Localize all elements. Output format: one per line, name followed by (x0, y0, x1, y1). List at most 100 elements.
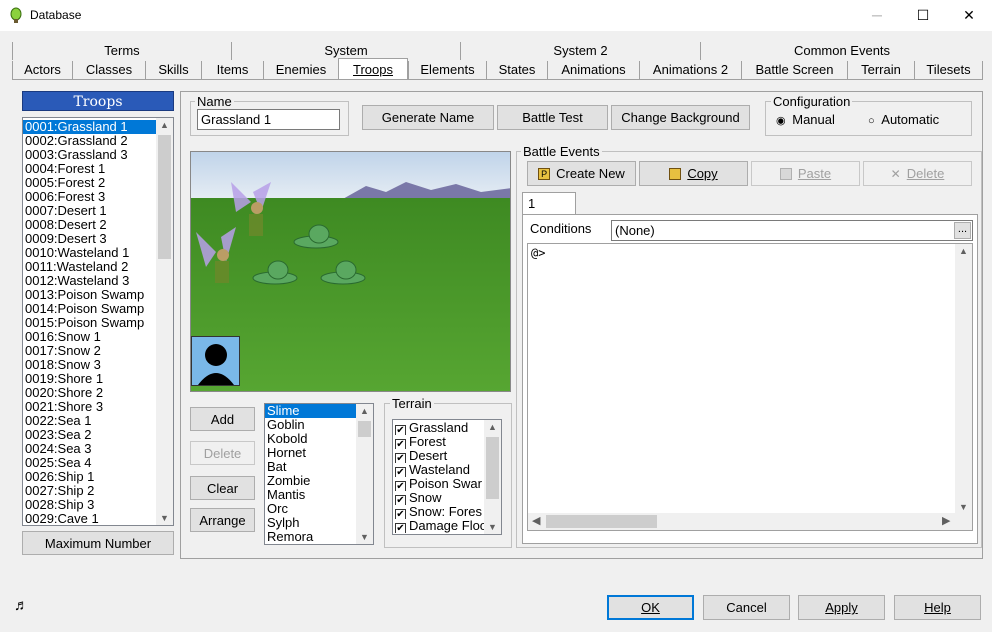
tab-troops[interactable]: Troops (338, 58, 408, 79)
command-vscroll[interactable]: ▲ ▼ (955, 244, 972, 514)
troop-list-item[interactable]: 0010:Wasteland 1 (23, 246, 157, 260)
scroll-down-icon[interactable]: ▼ (356, 532, 373, 542)
scroll-down-icon[interactable]: ▼ (484, 522, 501, 532)
scroll-down-icon[interactable]: ▼ (955, 502, 972, 512)
checkbox-checked-icon[interactable]: ✔ (395, 453, 406, 463)
troop-list-item[interactable]: 0006:Forest 3 (23, 190, 157, 204)
checkbox-checked-icon[interactable]: ✔ (395, 425, 406, 435)
enemy-list-item[interactable]: Slime (265, 404, 357, 418)
tab-classes[interactable]: Classes (72, 61, 145, 79)
event-page-tab-1[interactable]: 1 (522, 192, 576, 215)
scroll-thumb[interactable] (358, 421, 371, 437)
terrain-list[interactable]: ✔ Grassland ✔ Forest ✔ Desert ✔ Wasteland ✔ Poiso… (392, 419, 502, 535)
paste-button[interactable]: Paste (751, 161, 860, 186)
terrain-checkbox-item[interactable]: ✔ Snow (393, 491, 485, 505)
tab-tilesets[interactable]: Tilesets (914, 61, 983, 79)
maximize-button[interactable]: ☐ (900, 0, 946, 31)
checkbox-checked-icon[interactable]: ✔ (395, 495, 406, 505)
troop-list-item[interactable]: 0025:Sea 4 (23, 456, 157, 470)
troop-list-item[interactable]: 0009:Desert 3 (23, 232, 157, 246)
enemy-list-item[interactable]: Kobold (265, 432, 357, 446)
scroll-left-icon[interactable]: ◀ (532, 514, 540, 527)
troop-list-item[interactable]: 0023:Sea 2 (23, 428, 157, 442)
ok-button[interactable]: OK (607, 595, 694, 620)
clear-button[interactable]: Clear (190, 476, 255, 500)
scroll-right-icon[interactable]: ▶ (942, 514, 950, 527)
arrange-button[interactable]: Arrange (190, 508, 255, 532)
minimize-button[interactable]: ─ (854, 0, 900, 31)
scroll-up-icon[interactable]: ▲ (156, 120, 173, 130)
hscroll-thumb[interactable] (546, 515, 657, 528)
terrain-checkbox-item[interactable]: ✔ Poison Swar (393, 477, 485, 491)
manual-radio[interactable]: ◉ Manual (776, 112, 835, 127)
troop-list-item[interactable]: 0029:Cave 1 (23, 512, 157, 525)
troop-list-item[interactable]: 0028:Ship 3 (23, 498, 157, 512)
change-background-button[interactable]: Change Background (611, 105, 750, 130)
troop-list-item[interactable]: 0020:Shore 2 (23, 386, 157, 400)
tab-items[interactable]: Items (201, 61, 263, 79)
scroll-up-icon[interactable]: ▲ (356, 406, 373, 416)
troop-list-item[interactable]: 0026:Ship 1 (23, 470, 157, 484)
event-command-list[interactable]: @> ▲ ▼ ◀ ▶ (527, 243, 973, 531)
scroll-thumb[interactable] (158, 135, 171, 259)
help-button[interactable]: Help (894, 595, 981, 620)
terrain-checkbox-item[interactable]: ✔ Damage Floo (393, 519, 485, 533)
enemy-list-item[interactable]: Goblin (265, 418, 357, 432)
tab-system-2[interactable]: System 2 (460, 42, 700, 60)
troop-list-item[interactable]: 0021:Shore 3 (23, 400, 157, 414)
troop-list-item[interactable]: 0012:Wasteland 3 (23, 274, 157, 288)
maximum-number-button[interactable]: Maximum Number (22, 531, 174, 555)
tab-animations[interactable]: Animations (547, 61, 639, 79)
troop-list-item[interactable]: 0011:Wasteland 2 (23, 260, 157, 274)
tab-states[interactable]: States (486, 61, 547, 79)
battle-test-button[interactable]: Battle Test (497, 105, 608, 130)
automatic-radio[interactable]: ○ Automatic (868, 112, 939, 127)
scroll-up-icon[interactable]: ▲ (955, 246, 972, 256)
conditions-field[interactable]: (None) ... (611, 220, 973, 241)
troop-list-item[interactable]: 0017:Snow 2 (23, 344, 157, 358)
terrain-checkbox-item[interactable]: ✔ Desert (393, 449, 485, 463)
tab-enemies[interactable]: Enemies (263, 61, 338, 79)
enemy-list-item[interactable]: Mantis (265, 488, 357, 502)
tab-terms[interactable]: Terms (12, 42, 231, 60)
troop-list-item[interactable]: 0014:Poison Swamp (23, 302, 157, 316)
enemy-list-item[interactable]: Bat (265, 460, 357, 474)
checkbox-checked-icon[interactable]: ✔ (395, 439, 406, 449)
tab-skills[interactable]: Skills (145, 61, 201, 79)
apply-button[interactable]: Apply (798, 595, 885, 620)
music-note-icon[interactable]: ♬ (14, 597, 29, 614)
troop-list-item[interactable]: 0003:Grassland 3 (23, 148, 157, 162)
troop-list-item[interactable]: 0004:Forest 1 (23, 162, 157, 176)
troop-list-item[interactable]: 0022:Sea 1 (23, 414, 157, 428)
troops-list[interactable]: 0001:Grassland 1 0002:Grassland 2 0003:Gra… (22, 117, 174, 526)
cancel-button[interactable]: Cancel (703, 595, 790, 620)
terrain-scrollbar[interactable]: ▲ ▼ (484, 420, 501, 534)
create-new-button[interactable]: P Create New (527, 161, 636, 186)
enemy-list-scrollbar[interactable]: ▲ ▼ (356, 404, 373, 544)
command-hscroll[interactable]: ◀ ▶ (528, 513, 972, 530)
battle-preview[interactable] (190, 151, 511, 392)
troop-list-item[interactable]: 0008:Desert 2 (23, 218, 157, 232)
enemy-list-item[interactable]: Remora (265, 530, 357, 544)
troop-list-item[interactable]: 0019:Shore 1 (23, 372, 157, 386)
troop-list-item[interactable]: 0005:Forest 2 (23, 176, 157, 190)
enemy-list-item[interactable]: Hornet (265, 446, 357, 460)
copy-button[interactable]: Copy (639, 161, 748, 186)
checkbox-checked-icon[interactable]: ✔ (395, 509, 406, 519)
troop-list-item[interactable]: 0013:Poison Swamp (23, 288, 157, 302)
tab-actors[interactable]: Actors (12, 61, 72, 79)
terrain-checkbox-item[interactable]: ✔ Grassland (393, 421, 485, 435)
close-button[interactable]: ✕ (946, 0, 992, 31)
terrain-checkbox-item[interactable]: ✔ Wasteland (393, 463, 485, 477)
troop-list-item[interactable]: 0018:Snow 3 (23, 358, 157, 372)
troop-list-item[interactable]: 0027:Ship 2 (23, 484, 157, 498)
tab-terrain[interactable]: Terrain (847, 61, 914, 79)
tab-common-events[interactable]: Common Events (700, 42, 983, 60)
add-button[interactable]: Add (190, 407, 255, 431)
troop-list-item[interactable]: 0007:Desert 1 (23, 204, 157, 218)
troop-list-item[interactable]: 0002:Grassland 2 (23, 134, 157, 148)
troop-list-item[interactable]: 0024:Sea 3 (23, 442, 157, 456)
name-input[interactable] (197, 109, 340, 130)
terrain-checkbox-item[interactable]: ✔ Snow: Fores (393, 505, 485, 519)
conditions-ellipsis-button[interactable]: ... (954, 222, 971, 239)
